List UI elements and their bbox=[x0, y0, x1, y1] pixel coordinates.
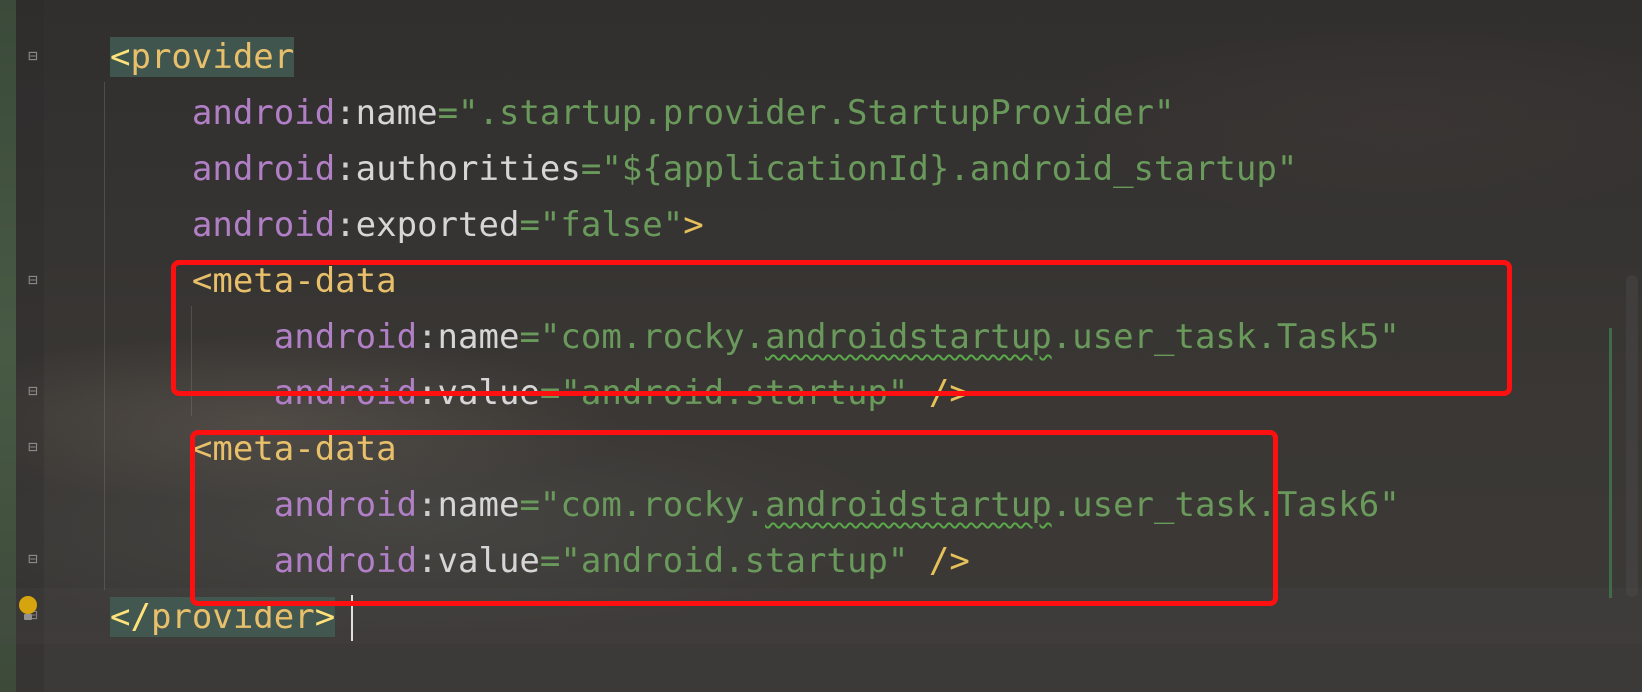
code-token: android bbox=[191, 93, 336, 133]
code-token: = bbox=[437, 93, 459, 133]
code-line[interactable]: <provider bbox=[110, 34, 295, 80]
code-token: : bbox=[335, 205, 356, 245]
code-editor[interactable]: ⊟ ⊟ ⊟ ⊟ ⊟ ⊟ <provider android:name=".sta… bbox=[0, 0, 1642, 692]
fold-start-icon[interactable]: ⊟ bbox=[24, 46, 42, 66]
code-token: > bbox=[683, 205, 704, 245]
code-token: = bbox=[519, 205, 540, 245]
indent-guide bbox=[104, 82, 105, 590]
fold-start-icon[interactable]: ⊟ bbox=[24, 270, 42, 290]
fold-end-icon[interactable]: ⊟ bbox=[24, 549, 42, 569]
code-token: "false" bbox=[539, 205, 684, 245]
code-token: exported bbox=[355, 205, 520, 245]
code-token: "${applicationId}.android_startup" bbox=[601, 149, 1298, 189]
fold-start-icon[interactable]: ⊟ bbox=[24, 437, 42, 457]
vertical-scrollbar[interactable] bbox=[1626, 275, 1638, 597]
code-token: android bbox=[191, 205, 336, 245]
code-token: provider bbox=[130, 37, 295, 77]
annotation-box-task5 bbox=[171, 260, 1512, 396]
annotation-box-task6 bbox=[190, 430, 1278, 606]
fold-end-icon[interactable]: ⊟ bbox=[24, 381, 42, 401]
code-line[interactable]: android:name=".startup.provider.StartupP… bbox=[110, 90, 1175, 136]
code-token: authorities bbox=[355, 149, 581, 189]
code-line[interactable]: android:exported="false"> bbox=[110, 202, 704, 248]
code-line[interactable]: android:authorities="${applicationId}.an… bbox=[110, 146, 1297, 192]
code-token: : bbox=[335, 93, 356, 133]
code-token: : bbox=[335, 149, 356, 189]
change-marker bbox=[1609, 328, 1612, 598]
code-token: android bbox=[191, 149, 336, 189]
code-token: < bbox=[110, 37, 131, 77]
code-token: </ bbox=[110, 597, 151, 637]
code-token: = bbox=[580, 149, 602, 189]
code-token: name bbox=[355, 93, 438, 133]
code-token: ".startup.provider.StartupProvider" bbox=[458, 93, 1175, 133]
